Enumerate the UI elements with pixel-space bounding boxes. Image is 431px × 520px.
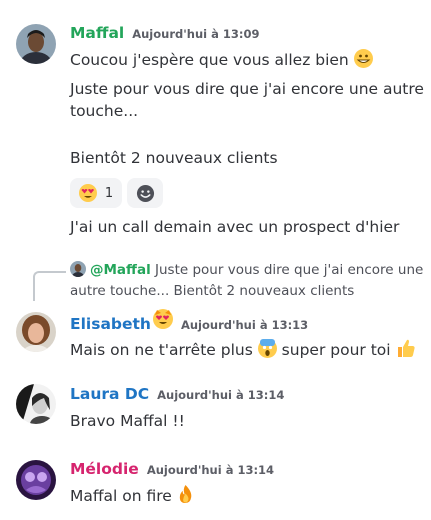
- message-header-elisabeth: Elisabeth Aujourd'hui à 13:13: [70, 309, 308, 333]
- message-line: Bientôt 2 nouveaux clients: [70, 149, 278, 167]
- author-name[interactable]: Laura DC: [70, 385, 149, 403]
- author-name[interactable]: Mélodie: [70, 460, 139, 478]
- message-line: Coucou j'espère que vous allez bien: [70, 49, 373, 71]
- message-line: Bravo Maffal !!: [70, 412, 185, 430]
- author-name[interactable]: Elisabeth: [70, 315, 151, 333]
- add-reaction-icon: [136, 184, 154, 202]
- avatar-maffal[interactable]: [16, 24, 56, 64]
- reply-mention[interactable]: @Maffal: [90, 262, 151, 278]
- reply-avatar: [70, 261, 86, 277]
- heart-eyes-emoji: [78, 184, 97, 202]
- message-header-maffal: Maffal Aujourd'hui à 13:09: [70, 24, 259, 42]
- screaming-emoji: [257, 339, 277, 358]
- message-text: Maffal on fire: [70, 487, 172, 505]
- avatar-elisabeth[interactable]: [16, 312, 56, 352]
- message-text: Coucou j'espère que vous allez bien: [70, 51, 349, 69]
- timestamp[interactable]: Aujourd'hui à 13:09: [132, 27, 259, 41]
- message-text: Mais on ne t'arrête plus: [70, 341, 253, 359]
- timestamp[interactable]: Aujourd'hui à 13:13: [181, 318, 308, 332]
- reply-text: Juste pour vous dire que j'ai encore une: [155, 262, 424, 278]
- heart-eyes-cat-emoji: [152, 309, 173, 329]
- reaction-count: 1: [104, 185, 114, 201]
- message-line: J'ai un call demain avec un prospect d'h…: [70, 218, 400, 236]
- grin-emoji: [353, 49, 373, 68]
- thumbs-up-emoji: [396, 338, 416, 364]
- message-line: Maffal on fire: [70, 485, 194, 510]
- reply-connector: [33, 271, 66, 301]
- message-line: Mais on ne t'arrête plus super pour toi: [70, 338, 416, 364]
- message-header-melodie: Mélodie Aujourd'hui à 13:14: [70, 460, 274, 478]
- reaction-heart-eyes[interactable]: 1: [70, 178, 122, 208]
- reply-preview[interactable]: @Maffal Juste pour vous dire que j'ai en…: [70, 261, 423, 280]
- message-text: super pour toi: [281, 341, 391, 359]
- fire-emoji: [177, 485, 194, 510]
- timestamp[interactable]: Aujourd'hui à 13:14: [157, 388, 284, 402]
- message-line: touche...: [70, 102, 139, 120]
- author-name[interactable]: Maffal: [70, 24, 124, 42]
- message-header-laura: Laura DC Aujourd'hui à 13:14: [70, 385, 284, 403]
- reply-text-line: autre touche... Bientôt 2 nouveaux clien…: [70, 283, 355, 299]
- message-line: Juste pour vous dire que j'ai encore une…: [70, 80, 424, 98]
- timestamp[interactable]: Aujourd'hui à 13:14: [147, 463, 274, 477]
- add-reaction-button[interactable]: [127, 178, 163, 208]
- avatar-laura-dc[interactable]: [16, 384, 56, 424]
- avatar-melodie[interactable]: [16, 460, 56, 500]
